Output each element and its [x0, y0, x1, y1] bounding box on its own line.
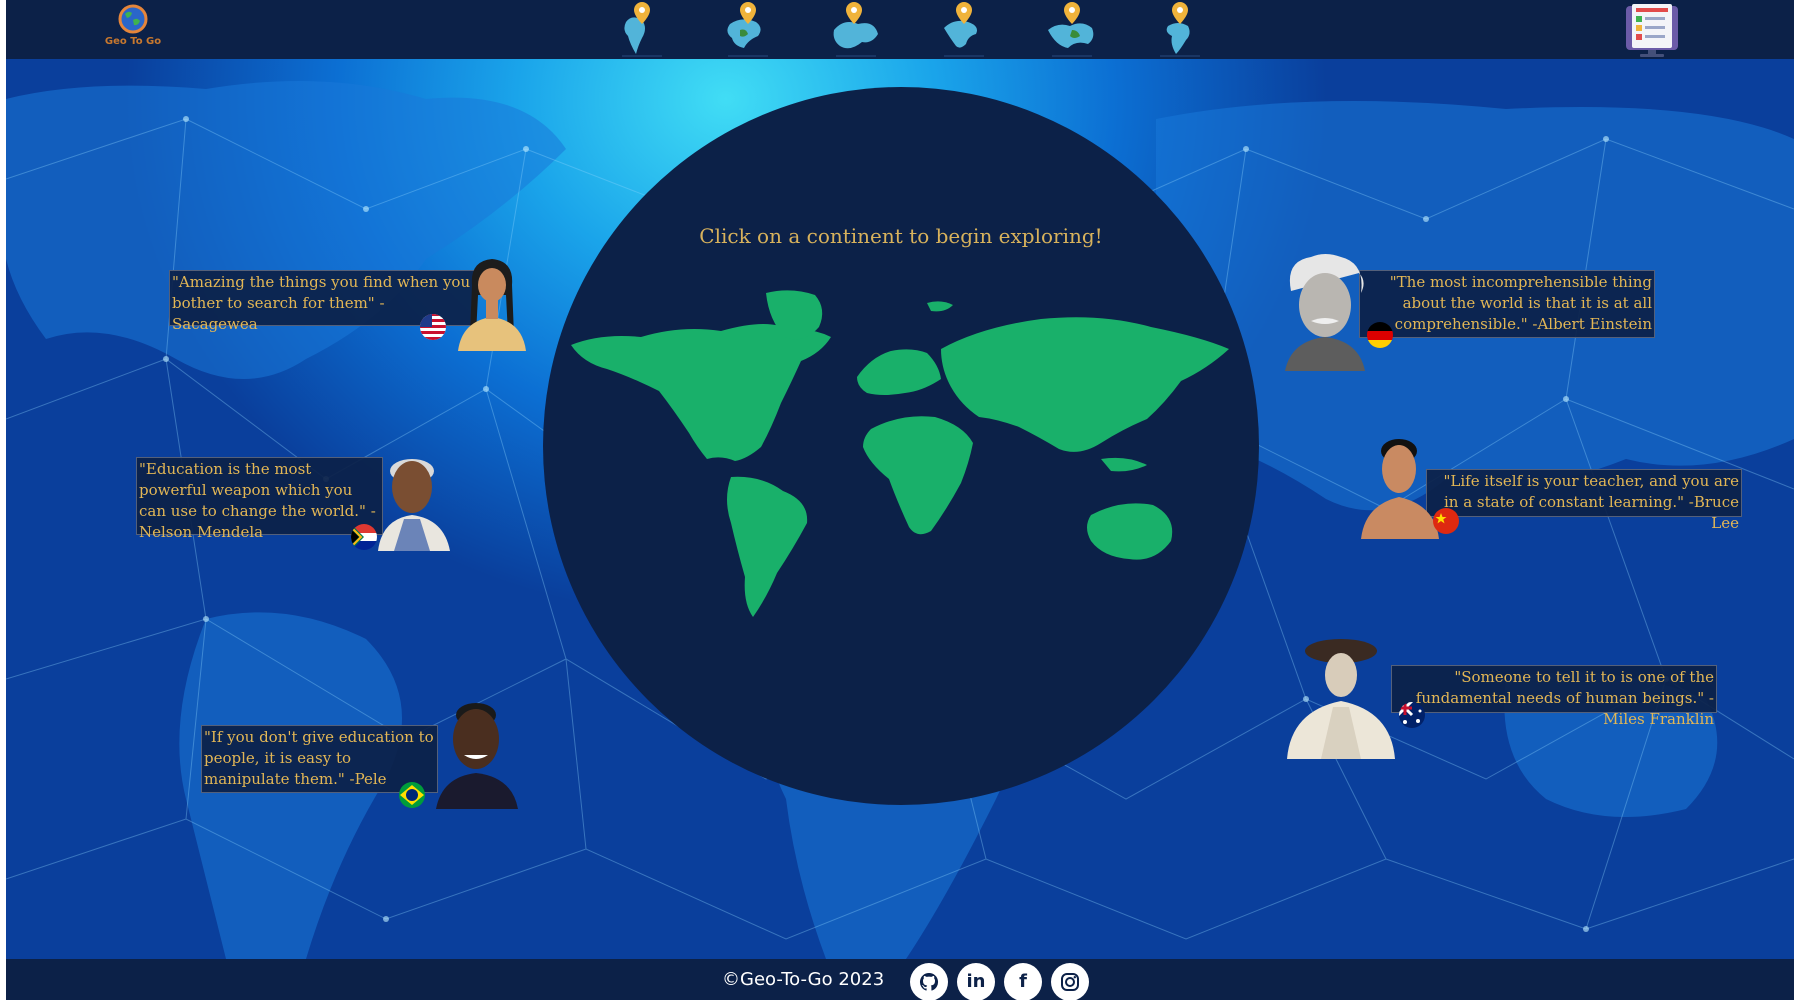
bruce-lee-portrait: [1361, 439, 1439, 539]
north-america-map-pin-icon[interactable]: [612, 0, 672, 58]
world-map: [571, 290, 1229, 617]
south-africa-flag-icon: [351, 524, 377, 550]
australia-flag-icon: [1399, 702, 1425, 728]
world-map-circle: Click on a continent to begin exploring!: [543, 87, 1259, 805]
europe-map-pin-icon[interactable]: [826, 0, 886, 58]
africa-map-pin-icon[interactable]: [934, 0, 994, 58]
linkedin-link[interactable]: in: [957, 963, 995, 1000]
australia-continent[interactable]: [1087, 503, 1173, 560]
asia-map-pin-icon[interactable]: [1042, 0, 1102, 58]
instagram-icon: [1061, 973, 1079, 991]
southeast-asia-islands[interactable]: [1101, 457, 1147, 472]
south-america-map-pin-icon[interactable]: [718, 0, 778, 58]
north-america-continent[interactable]: [571, 324, 831, 461]
facebook-icon: f: [1019, 971, 1027, 992]
usa-flag-icon: [420, 314, 446, 340]
quote-albert-einstein: "The most incomprehensible thing about t…: [1359, 270, 1655, 338]
copyright-text: ©Geo-To-Go 2023: [722, 969, 885, 990]
pele-portrait: [436, 703, 518, 809]
albert-einstein-portrait: [1285, 254, 1365, 371]
south-america-continent[interactable]: [727, 476, 808, 617]
main-area: Click on a continent to begin exploring!…: [6, 59, 1794, 959]
oceania-map-pin-icon[interactable]: [1150, 0, 1210, 58]
footer: ©Geo-To-Go 2023 in f: [6, 959, 1794, 1000]
github-icon: [919, 972, 939, 991]
quote-miles-franklin: "Someone to tell it to is one of the fun…: [1391, 665, 1717, 728]
quote-nelson-mandela: "Education is the most powerful weapon w…: [136, 457, 383, 541]
sacagewea-portrait: [458, 259, 526, 351]
asia-continent[interactable]: [941, 317, 1229, 452]
list-document-icon[interactable]: [1620, 2, 1684, 58]
geo-to-go-logo[interactable]: Geo To Go: [98, 4, 168, 50]
europe-continent[interactable]: [857, 349, 941, 395]
app-frame: Geo To Go Click on a continent to begin …: [6, 0, 1794, 1000]
brazil-flag-icon: [399, 782, 425, 808]
facebook-link[interactable]: f: [1004, 963, 1042, 1000]
africa-continent[interactable]: [863, 416, 973, 535]
germany-flag-icon: [1367, 322, 1393, 348]
miles-franklin-portrait: [1287, 639, 1395, 759]
globe-logo-icon: [118, 4, 148, 34]
nelson-mandela-portrait: [378, 459, 450, 551]
linkedin-icon: in: [966, 971, 986, 992]
china-flag-icon: [1433, 508, 1459, 534]
logo-text: Geo To Go: [104, 36, 162, 47]
top-navbar: Geo To Go: [6, 0, 1794, 59]
explore-prompt: Click on a continent to begin exploring!: [699, 224, 1103, 248]
github-link[interactable]: [910, 963, 948, 1000]
quote-bruce-lee: "Life itself is your teacher, and you ar…: [1426, 469, 1742, 532]
instagram-link[interactable]: [1051, 963, 1089, 1000]
